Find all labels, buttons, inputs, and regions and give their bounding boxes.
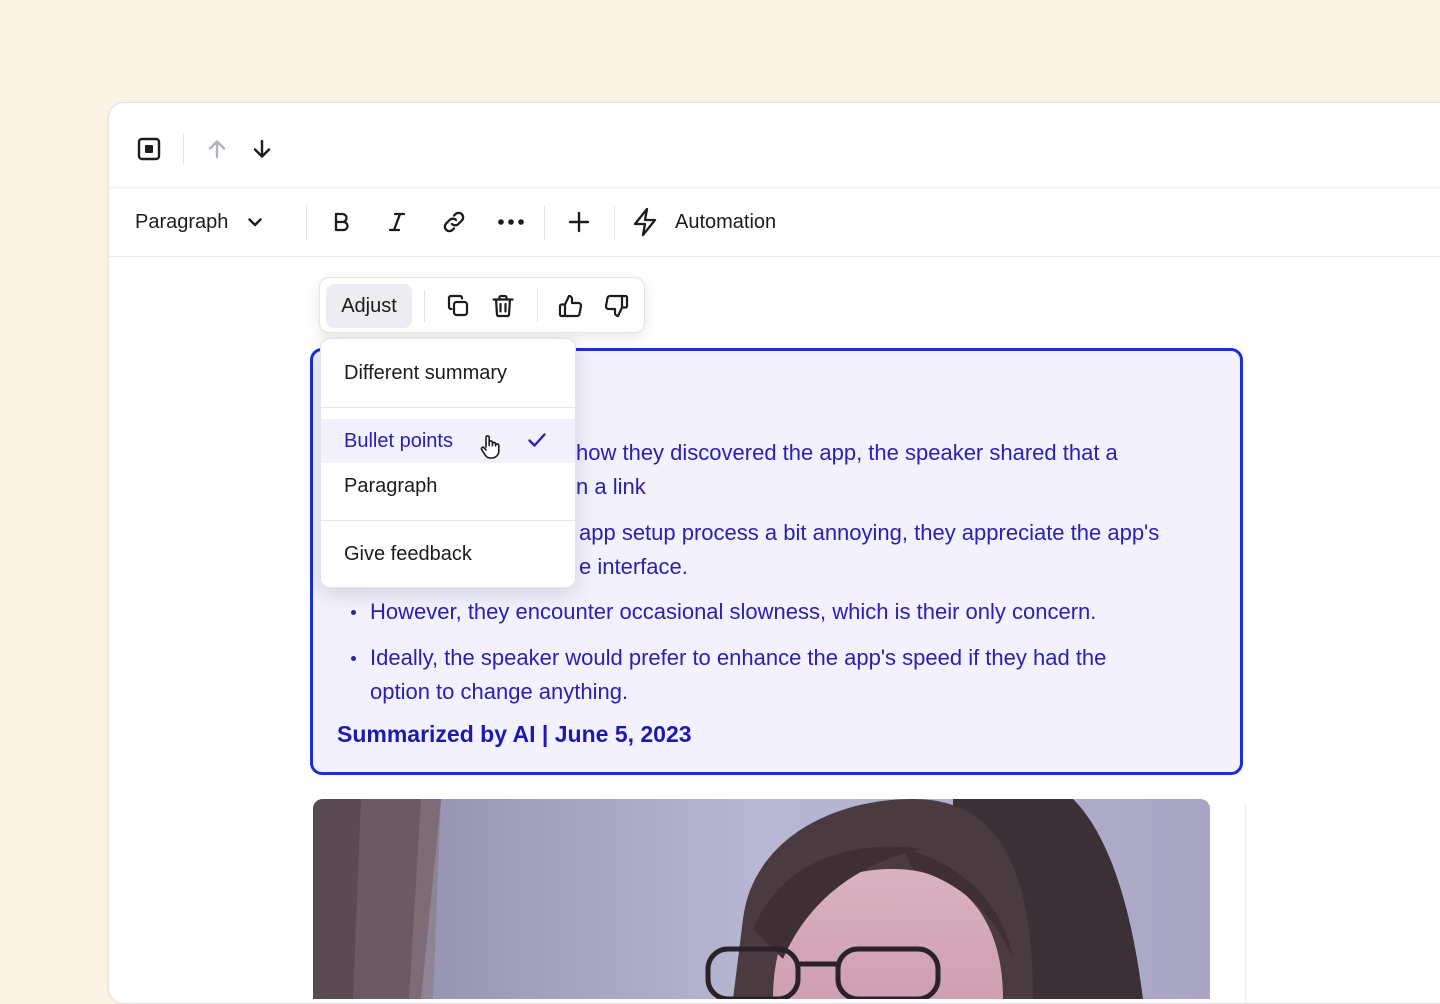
copy-icon[interactable] xyxy=(442,290,474,322)
lightning-icon xyxy=(631,207,659,237)
divider xyxy=(424,290,425,322)
summary-footer: Summarized by AI | June 5, 2023 xyxy=(337,721,692,747)
checkmark-icon xyxy=(527,431,547,449)
thumbs-down-icon[interactable] xyxy=(600,290,632,322)
top-bar xyxy=(109,103,1440,188)
arrow-down-icon[interactable] xyxy=(246,133,278,165)
chevron-down-icon xyxy=(246,213,264,231)
plus-icon[interactable] xyxy=(563,206,595,238)
summary-bullet-item: However, they encounter occasional slown… xyxy=(370,599,1097,624)
divider xyxy=(614,206,615,240)
trash-icon[interactable] xyxy=(487,290,519,322)
thumbs-up-icon[interactable] xyxy=(555,290,587,322)
arrow-up-icon[interactable] xyxy=(201,133,233,165)
person-photo xyxy=(313,799,1210,999)
menu-item-different-summary[interactable]: Different summary xyxy=(321,351,575,395)
summary-bullet-item: Ideally, the speaker would prefer to enh… xyxy=(370,645,1107,670)
hand-pointer-cursor-icon xyxy=(479,434,501,460)
divider xyxy=(537,290,538,322)
summary-line: option to change anything. xyxy=(370,679,629,704)
bold-icon[interactable] xyxy=(325,206,357,238)
summary-action-bar: Adjust xyxy=(319,277,645,333)
automation-button[interactable]: Automation xyxy=(631,204,776,240)
menu-item-label: Bullet points xyxy=(344,429,453,452)
adjust-button[interactable]: Adjust xyxy=(326,284,412,328)
menu-item-paragraph[interactable]: Paragraph xyxy=(321,464,575,508)
link-icon[interactable] xyxy=(438,206,470,238)
stop-square-icon[interactable] xyxy=(133,133,165,165)
divider xyxy=(306,206,307,240)
bullet-marker xyxy=(351,610,356,615)
menu-item-label: Different summary xyxy=(344,361,508,384)
menu-item-label: Give feedback xyxy=(344,542,472,565)
block-style-label: Paragraph xyxy=(135,210,229,233)
content-edge xyxy=(1245,803,1246,1003)
formatting-toolbar: Paragraph Automation xyxy=(109,188,1440,257)
menu-item-give-feedback[interactable]: Give feedback xyxy=(321,532,575,576)
menu-item-label: Paragraph xyxy=(344,474,438,497)
divider xyxy=(183,133,184,165)
automation-label: Automation xyxy=(675,210,777,233)
summary-line: app setup process a bit annoying, they a… xyxy=(579,520,1160,545)
video-thumbnail[interactable] xyxy=(313,799,1210,999)
summary-line: e interface. xyxy=(579,554,688,579)
menu-divider xyxy=(321,407,575,408)
bullet-marker xyxy=(351,656,356,661)
italic-icon[interactable] xyxy=(381,206,413,238)
adjust-menu: Different summary Bullet points Paragrap… xyxy=(320,338,576,588)
divider xyxy=(544,206,545,240)
block-style-select[interactable]: Paragraph xyxy=(135,204,264,240)
menu-divider xyxy=(321,520,575,521)
summary-line: how they discovered the app, the speaker… xyxy=(576,440,1118,465)
summary-line: n a link xyxy=(576,474,646,499)
menu-item-bullet-points[interactable]: Bullet points xyxy=(321,419,575,463)
more-options-icon[interactable] xyxy=(495,206,527,238)
